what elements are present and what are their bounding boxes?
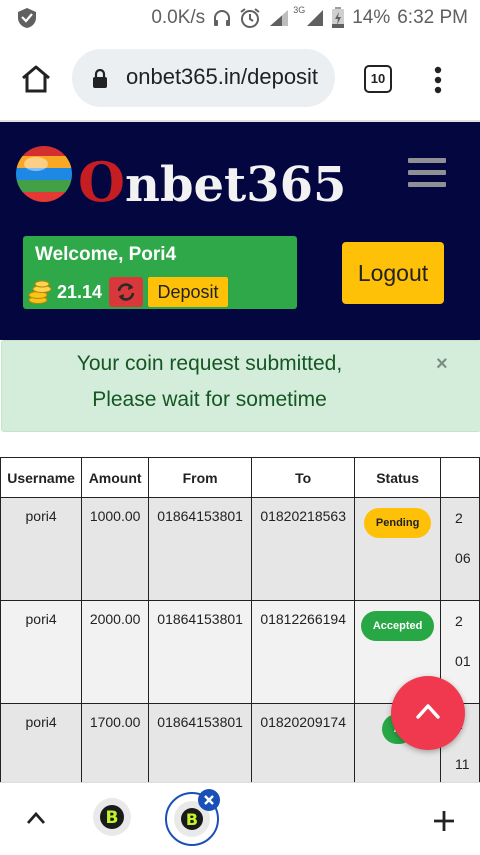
headphones-icon <box>214 10 231 26</box>
chevron-up-icon <box>416 704 440 719</box>
cell-amount: 1000.00 <box>81 497 150 601</box>
home-icon[interactable] <box>20 64 52 94</box>
url-text: onbet365.in/deposit <box>126 64 319 89</box>
close-icon <box>204 795 214 805</box>
user-panel: Welcome, Pori4 21.14 Deposit <box>23 236 297 309</box>
plus-icon[interactable] <box>432 809 456 833</box>
battery-icon <box>332 7 345 28</box>
more-menu-icon[interactable] <box>434 66 442 94</box>
table-header-row: Username Amount From To Status <box>0 457 480 498</box>
clock: 6:32 PM <box>397 7 468 28</box>
logo-ball-icon <box>16 146 72 202</box>
deposit-button[interactable]: Deposit <box>148 277 228 307</box>
svg-text:B: B <box>106 808 119 828</box>
col-amount: Amount <box>81 457 150 498</box>
scroll-to-top-button[interactable] <box>391 676 465 750</box>
cell-username: pori4 <box>0 600 83 704</box>
hamburger-menu-icon[interactable] <box>408 158 446 188</box>
cell-username: pori4 <box>0 703 83 783</box>
cell-username: pori4 <box>0 497 83 601</box>
address-bar[interactable]: onbet365.in/deposit <box>72 49 335 107</box>
tab-switcher-button[interactable]: 10 <box>364 65 392 93</box>
cell-status: Pending <box>354 497 442 601</box>
site-logo[interactable]: Onbet365 <box>78 150 346 214</box>
network-type: 3G <box>293 5 306 15</box>
status-bar: 0.0K/s 3G 14% 6:32 PM <box>0 0 480 36</box>
net-speed: 0.0K/s <box>151 7 206 28</box>
shield-icon <box>18 8 36 28</box>
cell-from: 01864153801 <box>148 600 253 704</box>
table-row: pori4 1000.00 01864153801 01820218563 Pe… <box>0 497 480 601</box>
chevron-up-icon[interactable] <box>26 811 46 825</box>
date-part: 11 <box>455 756 470 772</box>
coins-icon <box>28 280 52 304</box>
tab-favicon[interactable]: B <box>93 798 131 836</box>
browser-toolbar: onbet365.in/deposit 10 <box>0 36 480 122</box>
col-to: To <box>251 457 356 498</box>
logout-button[interactable]: Logout <box>342 242 444 304</box>
col-date <box>440 457 480 498</box>
svg-text:B: B <box>186 810 198 829</box>
site-header: Onbet365 Welcome, Pori4 21.14 Deposit Lo… <box>0 122 480 340</box>
coin-balance: 21.14 <box>57 282 103 302</box>
cell-amount: 2000.00 <box>81 600 150 704</box>
logo-wordmark: nbet365 <box>125 157 347 213</box>
col-status: Status <box>354 457 442 498</box>
cell-to: 01820209174 <box>251 703 356 783</box>
date-part: 2 <box>455 613 463 629</box>
cell-from: 01864153801 <box>148 497 253 601</box>
col-username: Username <box>0 457 83 498</box>
col-from: From <box>148 457 253 498</box>
refresh-balance-button[interactable] <box>109 277 143 307</box>
date-part: 2 <box>455 510 463 526</box>
status-badge: Accepted <box>360 611 435 641</box>
close-icon[interactable]: × <box>436 353 448 376</box>
battery-level: 14% <box>352 7 391 28</box>
date-part: 06 <box>455 550 471 566</box>
success-alert: Your coin request submitted, Please wait… <box>1 340 480 432</box>
alarm-icon <box>240 8 260 28</box>
signal-icon-2 <box>307 10 324 26</box>
signal-icon <box>270 10 289 26</box>
alert-line-2: Please wait for sometime <box>92 388 327 411</box>
cell-to: 01812266194 <box>251 600 356 704</box>
welcome-text: Welcome, Pori4 <box>35 244 177 265</box>
alert-line-1: Your coin request submitted, <box>76 352 343 375</box>
cell-date: 2 06 <box>440 497 480 601</box>
alert-message: Your coin request submitted, Please wait… <box>2 346 417 418</box>
tab-strip: B B <box>0 782 480 855</box>
refresh-icon <box>117 283 135 301</box>
site-favicon-icon: B <box>100 805 124 829</box>
close-tab-button[interactable] <box>198 789 220 811</box>
date-part: 01 <box>455 653 471 669</box>
cell-to: 01820218563 <box>251 497 356 601</box>
cell-from: 01864153801 <box>148 703 253 783</box>
logo-letter: O <box>78 150 126 214</box>
lock-icon <box>93 69 107 88</box>
cell-amount: 1700.00 <box>81 703 150 783</box>
status-badge: Pending <box>363 508 432 538</box>
